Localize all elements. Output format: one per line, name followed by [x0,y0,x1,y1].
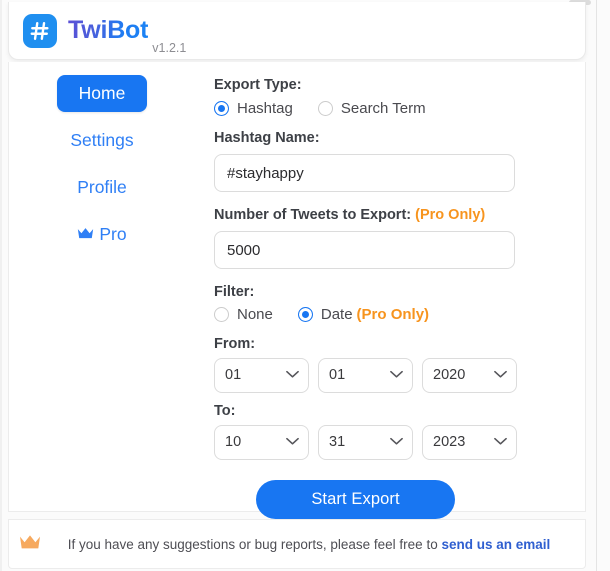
app-header: TwiBot v1.2.1 [8,2,586,60]
select-value: 10 [225,434,242,451]
radio-indicator [214,101,229,117]
to-date-selects: 10 31 2023 [214,424,585,460]
sidebar-item-label: Pro [99,224,127,244]
filter-radio-group: None Date (Pro Only) [214,305,585,323]
sidebar-item-label: Settings [70,130,134,150]
select-value: 2020 [433,367,466,384]
chevron-down-icon [390,366,403,384]
app-version: v1.2.1 [152,41,187,55]
chevron-down-icon [494,366,507,384]
pro-only-badge: (Pro Only) [415,207,486,224]
radio-indicator [317,101,333,117]
radio-indicator [214,306,229,322]
app-title: TwiBot [68,16,149,44]
sidebar: Home Settings Profile Pro [9,62,195,511]
sidebar-item-home[interactable]: Home [57,75,147,112]
app-footer: If you have any suggestions or bug repor… [8,519,586,569]
window-left-edge [0,0,2,571]
from-day-select[interactable]: 01 [318,357,413,393]
from-date-selects: 01 01 2020 [214,357,585,393]
chevron-down-icon [286,366,299,384]
export-type-label: Export Type: [214,77,302,93]
tweet-count-label-text: Number of Tweets to Export: [214,207,412,224]
hash-icon [23,13,57,48]
radio-label: Hashtag [237,100,293,118]
radio-label: None [237,305,273,323]
radio-indicator [297,306,313,322]
crown-icon [19,534,41,555]
chevron-down-icon [494,433,507,451]
tweet-count-input[interactable] [214,231,515,270]
tweet-count-label: Number of Tweets to Export: (Pro Only) [214,206,585,224]
export-form: Export Type: Hashtag Search Term Hashtag… [195,62,585,519]
from-label: From: [214,335,256,352]
radio-filter-none[interactable]: None [214,305,273,323]
pro-only-badge: (Pro Only) [356,305,430,323]
chevron-down-icon [390,433,403,451]
to-label: To: [214,402,236,419]
radio-label: Date (Pro Only) [321,307,429,322]
to-day-select[interactable]: 31 [318,424,413,460]
hashtag-name-label: Hashtag Name: [214,130,320,147]
sidebar-item-profile[interactable]: Profile [57,169,147,206]
footer-message-text: If you have any suggestions or bug repor… [67,536,438,552]
select-value: 31 [329,434,346,451]
sidebar-item-label: Home [78,83,126,103]
select-value: 2023 [433,434,466,451]
select-value: 01 [225,367,242,384]
filter-label: Filter: [214,284,255,301]
radio-export-type-search-term[interactable]: Search Term [317,100,426,118]
app-window: TwiBot v1.2.1 Home Settings Profile Pro [0,0,610,571]
from-year-select[interactable]: 2020 [422,357,517,393]
start-export-button[interactable]: Start Export [256,479,455,519]
footer-message: If you have any suggestions or bug repor… [41,537,585,552]
hashtag-name-input[interactable] [214,154,515,193]
window-right-edge [596,0,597,571]
radio-label: Search Term [340,100,426,118]
to-month-select[interactable]: 10 [214,424,309,460]
app-body: Home Settings Profile Pro Export Type: H… [8,62,586,519]
sidebar-item-label: Profile [77,177,127,197]
sidebar-item-pro[interactable]: Pro [57,216,147,253]
radio-label-text: Date [320,305,353,323]
chevron-down-icon [286,433,299,451]
select-value: 01 [329,367,346,384]
from-month-select[interactable]: 01 [214,357,309,393]
radio-export-type-hashtag[interactable]: Hashtag [214,100,293,118]
export-type-radio-group: Hashtag Search Term [214,100,585,118]
radio-filter-date[interactable]: Date (Pro Only) [297,306,429,322]
crown-icon [77,224,94,245]
sidebar-item-settings[interactable]: Settings [57,122,147,159]
send-us-an-email-link[interactable]: send us an email [441,537,550,552]
to-year-select[interactable]: 2023 [422,424,517,460]
